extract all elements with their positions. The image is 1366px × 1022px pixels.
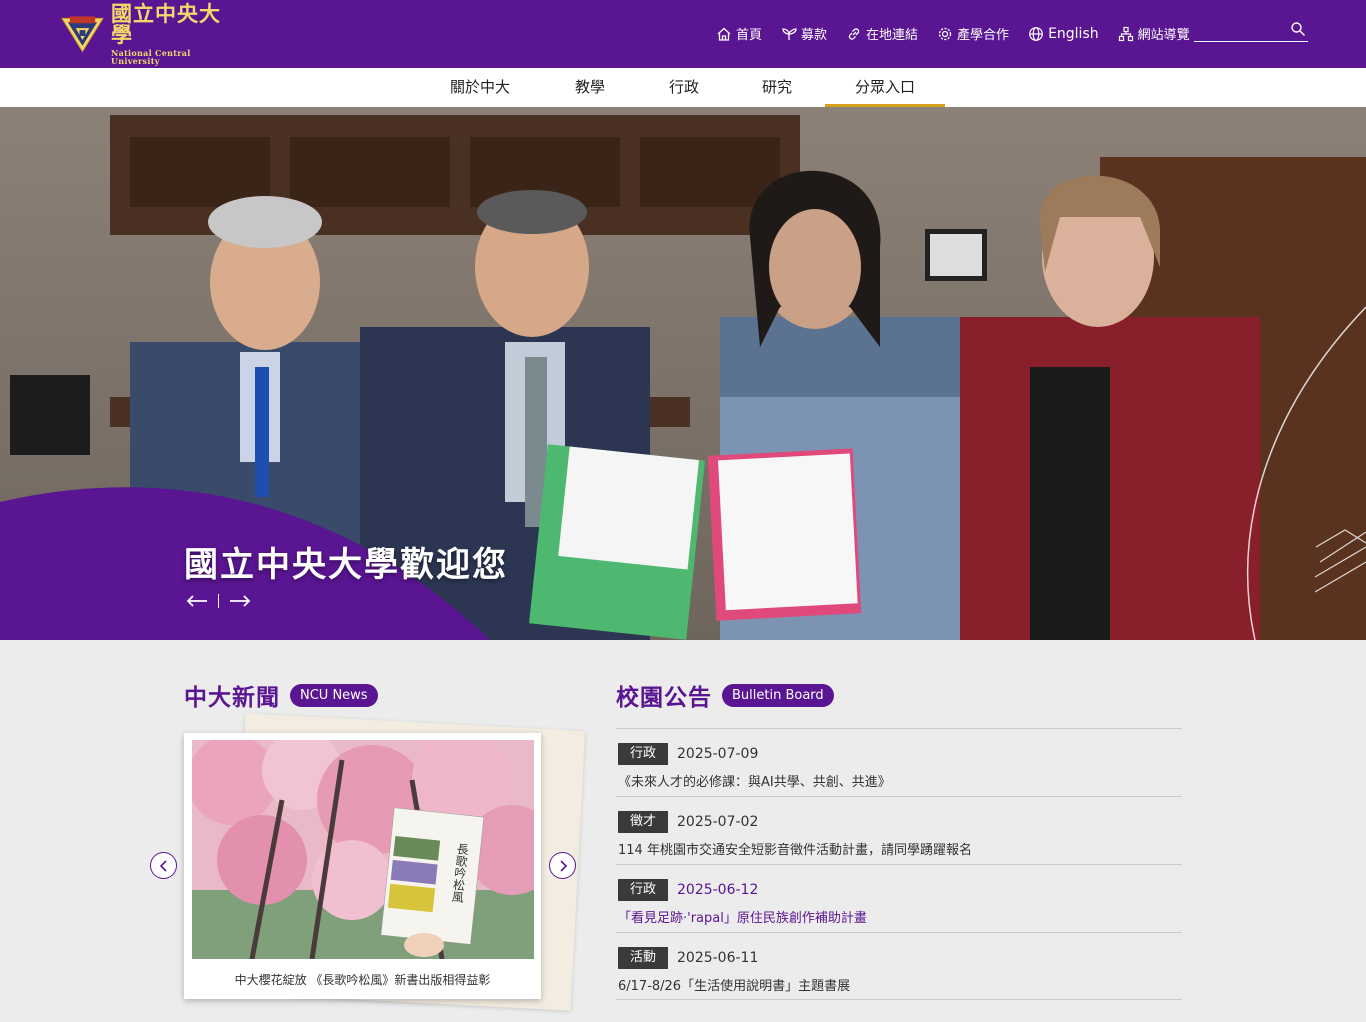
link-industry[interactable]: 產學合作	[937, 24, 1009, 43]
bulletin-date: 2025-06-12	[677, 882, 759, 898]
gear-icon	[938, 27, 952, 40]
bulletin-title[interactable]: 「看見足跡·'rapal」原住民族創作補助計畫	[618, 907, 1182, 926]
nav-administration[interactable]: 行政	[654, 68, 714, 107]
bulletin-item[interactable]: 徵才 2025-07-02 114 年桃園市交通安全短影音徵件活動計畫，請同學踴…	[616, 796, 1182, 864]
news-card[interactable]: 長歌吟松風 中大櫻花綻放 《長歌吟松風》新書出版相得益彰	[184, 733, 541, 999]
bulletin-title[interactable]: 《未來人才的必修課：與AI共學、共創、共進》	[618, 771, 1182, 790]
cherry-blossom-photo: 長歌吟松風	[192, 740, 534, 959]
link-local[interactable]: 在地連結	[846, 24, 918, 43]
bulletin-item[interactable]: 行政 2025-07-09 《未來人才的必修課：與AI共學、共創、共進》	[616, 728, 1182, 796]
arrow-left-icon[interactable]	[186, 593, 208, 609]
bulletin-title[interactable]: 114 年桃園市交通安全短影音徵件活動計畫，請同學踴躍報名	[618, 839, 1182, 858]
search-icon[interactable]	[1290, 21, 1306, 37]
link-home-label: 首頁	[736, 28, 763, 43]
logo-english-name: National Central University	[110, 48, 191, 66]
bulletin-tag: 行政	[618, 743, 668, 765]
globe-icon	[1029, 26, 1043, 41]
bulletin-tag: 徵才	[618, 811, 668, 833]
sitemap-icon	[1118, 26, 1133, 41]
bulletin-item[interactable]: 活動 2025-06-11 6/17-8/26「生活使用說明書」主題書展	[616, 932, 1182, 1000]
bulletin-section-title: 校園公告	[616, 685, 712, 711]
link-home[interactable]: 首頁	[716, 24, 762, 43]
news-prev-button[interactable]	[150, 852, 177, 879]
news-next-button[interactable]	[549, 852, 576, 879]
link-icon	[848, 27, 860, 40]
link-english[interactable]: English	[1028, 26, 1099, 42]
chevron-right-icon	[559, 859, 567, 872]
arrow-divider	[218, 594, 219, 608]
nav-portal[interactable]: 分眾入口	[825, 68, 945, 107]
bulletin-title[interactable]: 6/17-8/26「生活使用說明書」主題書展	[618, 975, 1182, 994]
hero-banner: 國立中央大學歡迎您	[0, 107, 1366, 640]
nav-teaching[interactable]: 教學	[560, 68, 620, 107]
bulletin-date: 2025-07-02	[677, 814, 759, 830]
news-image: 長歌吟松風	[192, 740, 534, 959]
link-sitemap-label: 網站導覽	[1137, 28, 1190, 43]
link-local-label: 在地連結	[866, 28, 919, 43]
bulletin-date: 2025-07-09	[677, 746, 759, 762]
bulletin-badge[interactable]: Bulletin Board	[722, 683, 834, 707]
hero-title: 國立中央大學歡迎您	[184, 545, 508, 585]
top-bar: 國立中央大學 National Central University 首頁 募款…	[0, 0, 1366, 68]
news-badge[interactable]: NCU News	[290, 683, 378, 707]
search-input[interactable]	[1194, 21, 1284, 41]
search-box	[1194, 20, 1308, 42]
nav-research[interactable]: 研究	[747, 68, 807, 107]
nav-about[interactable]: 關於中大	[438, 68, 522, 107]
link-industry-label: 產學合作	[957, 28, 1010, 43]
news-section-header: 中大新聞 NCU News	[184, 678, 378, 712]
bulletin-section-header: 校園公告 Bulletin Board	[616, 678, 834, 712]
link-sitemap[interactable]: 網站導覽	[1118, 24, 1190, 43]
university-logo[interactable]: 國立中央大學 National Central University	[60, 3, 240, 65]
main-nav: 關於中大 教學 行政 研究 分眾入口	[0, 68, 1366, 107]
logo-chinese-name: 國立中央大學	[110, 1, 221, 47]
sprout-icon	[782, 27, 797, 40]
link-donate-label: 募款	[801, 28, 828, 43]
bulletin-item[interactable]: 行政 2025-06-12 「看見足跡·'rapal」原住民族創作補助計畫	[616, 864, 1182, 932]
home-icon	[717, 27, 731, 41]
utility-links: 首頁 募款 在地連結 產學合作 English 網站導覽	[716, 24, 1209, 43]
bulletin-date: 2025-06-11	[677, 950, 759, 966]
link-english-label: English	[1048, 25, 1099, 42]
arrow-right-icon[interactable]	[229, 593, 251, 609]
chevron-left-icon	[159, 859, 167, 872]
link-donate[interactable]: 募款	[781, 24, 827, 43]
bulletin-list: 行政 2025-07-09 《未來人才的必修課：與AI共學、共創、共進》 徵才 …	[616, 728, 1182, 1000]
emblem-icon	[61, 16, 104, 53]
bulletin-tag: 行政	[618, 879, 668, 901]
bulletin-tag: 活動	[618, 947, 668, 969]
news-caption[interactable]: 中大櫻花綻放 《長歌吟松風》新書出版相得益彰	[184, 971, 541, 988]
news-section-title: 中大新聞	[184, 685, 280, 711]
hero-carousel-controls	[186, 593, 251, 609]
